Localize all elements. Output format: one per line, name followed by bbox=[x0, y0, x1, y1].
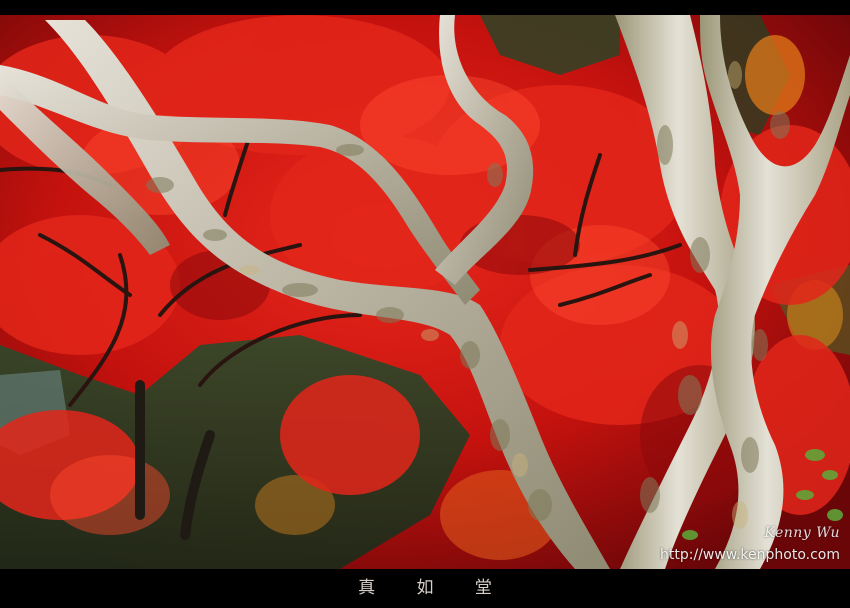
maple-tree-photo: Kenny Wu http://www.kenphoto.com bbox=[0, 15, 850, 569]
photo-illustration bbox=[0, 15, 850, 569]
photographer-signature: Kenny Wu bbox=[764, 525, 840, 541]
photo-frame: Kenny Wu http://www.kenphoto.com 真 如 堂 bbox=[0, 0, 850, 608]
watermark-url: http://www.kenphoto.com bbox=[660, 547, 840, 563]
photo-caption: 真 如 堂 bbox=[358, 578, 510, 598]
